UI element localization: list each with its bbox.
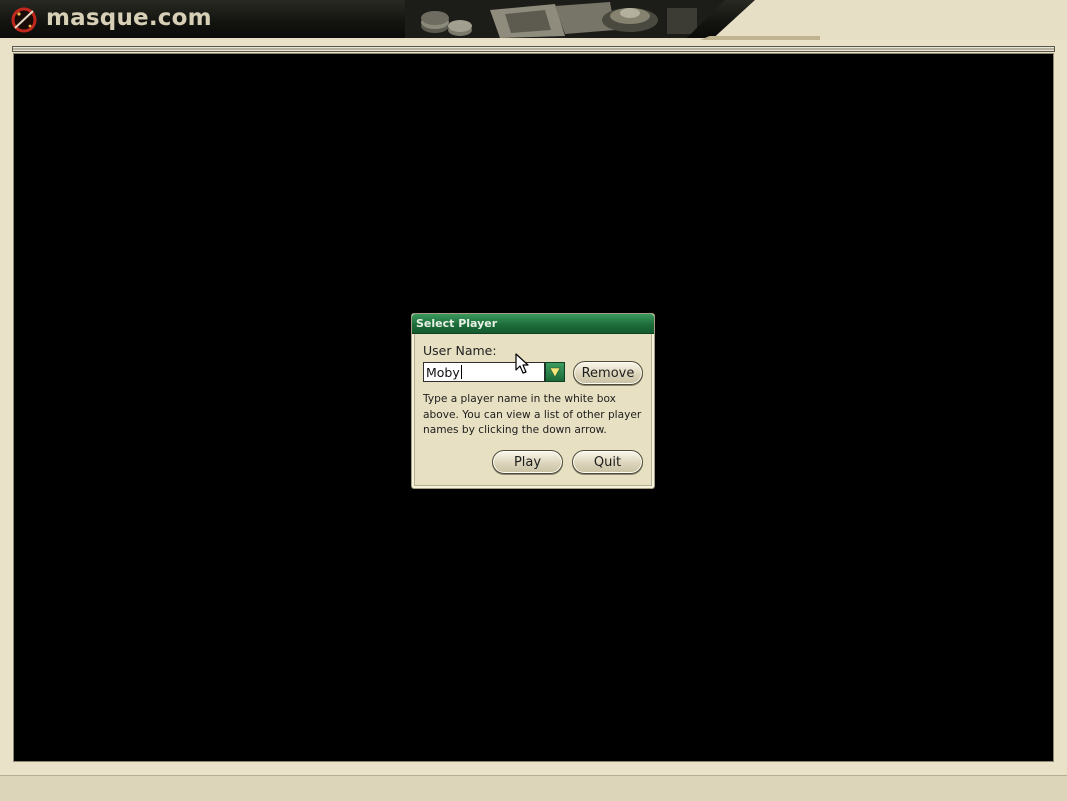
help-text: Type a player name in the white box abov… xyxy=(423,393,642,436)
text-caret xyxy=(461,365,462,379)
player-dropdown-button[interactable] xyxy=(545,362,565,382)
mouse-cursor-icon xyxy=(515,353,529,374)
casino-collage-icon xyxy=(405,0,725,38)
dialog-title[interactable]: Select Player xyxy=(412,314,654,334)
logo-text[interactable]: masque.com xyxy=(46,5,212,31)
play-button[interactable]: Play xyxy=(492,450,563,474)
top-header: masque.com xyxy=(0,0,1067,40)
header-accent xyxy=(700,36,820,40)
quit-button[interactable]: Quit xyxy=(572,450,643,474)
bottom-status-strip xyxy=(0,775,1067,801)
frame-top-rail xyxy=(12,46,1055,52)
select-player-dialog: Select Player User Name: Remove Type a p… xyxy=(411,313,655,489)
masque-logo-icon xyxy=(11,7,37,33)
remove-button[interactable]: Remove xyxy=(573,361,643,385)
header-collage-image xyxy=(405,0,725,38)
down-arrow-icon xyxy=(549,367,561,378)
user-name-label: User Name: xyxy=(423,343,497,358)
